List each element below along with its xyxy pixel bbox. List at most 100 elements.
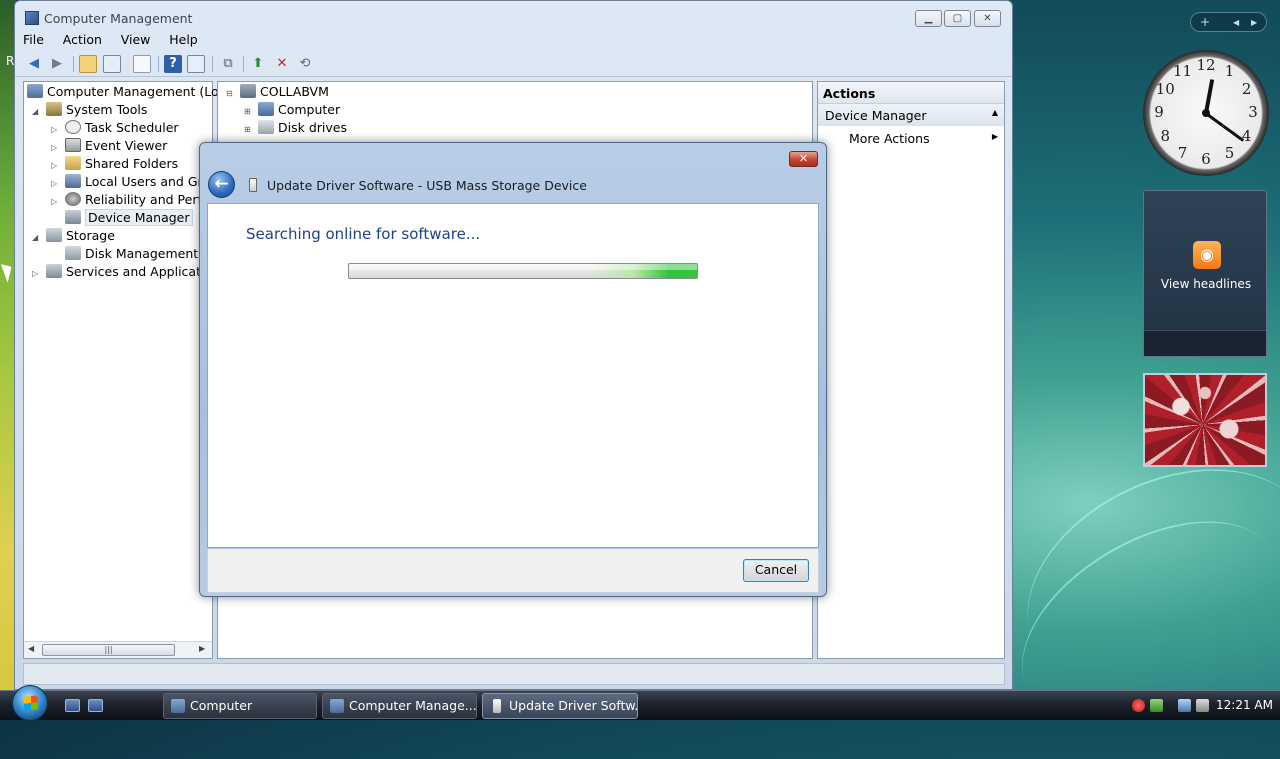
up-folder-icon[interactable] xyxy=(79,55,97,73)
device-category-disk-drives[interactable]: ⊞ Disk drives xyxy=(244,119,347,137)
device-manager-icon xyxy=(65,210,81,224)
properties-pane-icon[interactable] xyxy=(187,55,205,73)
show-hide-tree-icon[interactable] xyxy=(103,55,121,73)
minimize-button[interactable]: ▁ xyxy=(915,10,942,27)
back-arrow-icon[interactable]: ◀ xyxy=(25,55,43,73)
menu-action[interactable]: Action xyxy=(55,30,109,47)
add-gadget-button[interactable]: + xyxy=(1200,15,1210,29)
tree-item-root[interactable]: Computer Management (Local xyxy=(27,83,237,101)
dialog-heading: Searching online for software... xyxy=(246,225,481,243)
scroll-right-arrow-icon[interactable]: ▶ xyxy=(199,644,205,653)
taskbar-button-computer[interactable]: Computer xyxy=(163,693,317,719)
update-driver-dialog: ✕ ← Update Driver Software - USB Mass St… xyxy=(199,142,827,597)
menu-help[interactable]: Help xyxy=(161,30,205,47)
scrollbar-thumb[interactable]: ||| xyxy=(42,644,175,656)
taskbar-clock[interactable]: 12:21 AM xyxy=(1216,698,1273,712)
progress-shine xyxy=(349,264,697,271)
taskbar-button-computer-management[interactable]: Computer Manage... xyxy=(322,693,477,719)
switch-windows-icon[interactable] xyxy=(88,699,103,712)
collapse-arrow-icon[interactable]: ◢ xyxy=(32,103,42,121)
services-icon xyxy=(46,264,62,278)
clock-number: 1 xyxy=(1224,62,1235,81)
performance-icon xyxy=(65,192,81,206)
close-button[interactable]: ✕ xyxy=(974,10,1001,27)
clock-center-pin xyxy=(1202,109,1210,117)
maximize-button[interactable]: ▢ xyxy=(944,10,971,27)
windows-defender-icon[interactable] xyxy=(1150,699,1163,712)
tree-item-system-tools[interactable]: ◢ System Tools xyxy=(32,101,147,119)
show-desktop-icon[interactable] xyxy=(65,699,80,712)
sidebar-controls: + ◀ ▶ xyxy=(1190,12,1267,32)
clock-number: 7 xyxy=(1177,143,1188,162)
toolbar-separator xyxy=(73,56,74,72)
previous-gadgets-arrow-icon[interactable]: ◀ xyxy=(1233,18,1239,27)
forward-arrow-icon[interactable]: ▶ xyxy=(48,55,66,73)
dialog-title: Update Driver Software - USB Mass Storag… xyxy=(267,178,587,193)
menu-file[interactable]: File xyxy=(15,30,51,47)
computer-management-icon xyxy=(330,699,344,713)
collapse-triangle-icon[interactable]: ▲ xyxy=(992,108,998,117)
device-category-computer[interactable]: ⊞ Computer xyxy=(244,101,340,119)
collapse-box-icon[interactable]: ⊟ xyxy=(226,85,236,103)
view-headlines-label[interactable]: View headlines xyxy=(1144,277,1268,291)
disk-drive-icon xyxy=(258,120,274,134)
back-button-icon[interactable]: ← xyxy=(208,171,235,198)
search-progress-bar xyxy=(348,263,698,279)
uninstall-icon[interactable]: ✕ xyxy=(273,55,291,73)
feed-gadget-footer xyxy=(1144,330,1266,356)
clock-number: 12 xyxy=(1196,56,1216,74)
clock-icon xyxy=(65,120,81,134)
update-driver-icon[interactable]: ⬆ xyxy=(249,55,267,73)
help-icon[interactable]: ? xyxy=(164,55,182,73)
cancel-button[interactable]: Cancel xyxy=(743,559,809,582)
usb-device-icon xyxy=(493,699,501,713)
taskbar: Computer Computer Manage... Update Drive… xyxy=(0,685,1280,721)
toolbar-separator xyxy=(158,56,159,72)
clock-number: 5 xyxy=(1224,143,1235,162)
clock-number: 6 xyxy=(1201,150,1211,168)
dialog-close-button[interactable]: ✕ xyxy=(789,151,818,167)
clock-number: 11 xyxy=(1172,62,1193,81)
computer-icon xyxy=(240,84,256,98)
tree-item-shared-folders[interactable]: ▷ Shared Folders xyxy=(51,155,178,173)
tree-item-storage[interactable]: ◢ Storage xyxy=(32,227,115,245)
security-alert-icon[interactable] xyxy=(1132,699,1145,712)
clock-number: 9 xyxy=(1154,103,1164,121)
tree-horizontal-scrollbar[interactable]: ◀ ||| ▶ xyxy=(24,641,212,658)
actions-section-device-manager[interactable]: Device Manager ▲ xyxy=(818,104,1004,126)
more-actions-item[interactable]: More Actions ▶ xyxy=(818,126,1004,150)
expand-arrow-icon[interactable]: ▷ xyxy=(32,265,42,283)
expand-box-icon[interactable]: ⊞ xyxy=(244,121,254,139)
collapse-arrow-icon[interactable]: ◢ xyxy=(32,229,42,247)
actions-header: Actions xyxy=(818,82,1004,104)
network-icon[interactable] xyxy=(1178,699,1191,712)
tree-item-task-scheduler[interactable]: ▷ Task Scheduler xyxy=(51,119,179,137)
console-tree-pane: Computer Management (Local ◢ System Tools… xyxy=(23,81,237,659)
menu-view[interactable]: View xyxy=(113,30,158,47)
status-bar xyxy=(23,663,1005,685)
disable-device-icon[interactable]: ⟲ xyxy=(296,55,314,73)
scan-hardware-icon[interactable]: ⧉ xyxy=(219,55,237,73)
storage-icon xyxy=(46,228,62,242)
start-button[interactable] xyxy=(12,685,48,721)
clock-gadget[interactable]: 12 1 2 3 4 5 6 7 8 9 10 11 xyxy=(1143,50,1269,176)
disk-icon xyxy=(65,246,81,260)
device-tree-root[interactable]: ⊟ COLLABVM xyxy=(226,83,329,101)
shared-folder-icon xyxy=(65,156,81,170)
scroll-left-arrow-icon[interactable]: ◀ xyxy=(28,644,34,653)
export-list-icon[interactable] xyxy=(133,55,151,73)
tree-item-disk-management[interactable]: Disk Management xyxy=(65,245,198,263)
taskbar-button-update-driver[interactable]: Update Driver Softw... xyxy=(482,693,638,719)
toolbar: ◀ ▶ ? ⧉ ⬆ ✕ ⟲ xyxy=(15,51,1012,77)
tools-icon xyxy=(46,102,62,116)
expand-arrow-icon[interactable]: ▷ xyxy=(51,193,61,211)
tree-item-device-manager[interactable]: Device Manager xyxy=(65,209,193,227)
next-gadgets-arrow-icon[interactable]: ▶ xyxy=(1251,18,1257,27)
volume-muted-icon[interactable] xyxy=(1196,699,1209,712)
tree-item-event-viewer[interactable]: ▷ Event Viewer xyxy=(51,137,167,155)
actions-pane: Actions Device Manager ▲ More Actions ▶ xyxy=(817,81,1005,659)
slideshow-gadget-photo[interactable] xyxy=(1143,373,1267,467)
tree-item-services[interactable]: ▷ Services and Applications xyxy=(32,263,227,281)
clock-number: 3 xyxy=(1248,103,1258,121)
feed-headlines-gadget[interactable]: ◉ View headlines xyxy=(1143,190,1267,357)
